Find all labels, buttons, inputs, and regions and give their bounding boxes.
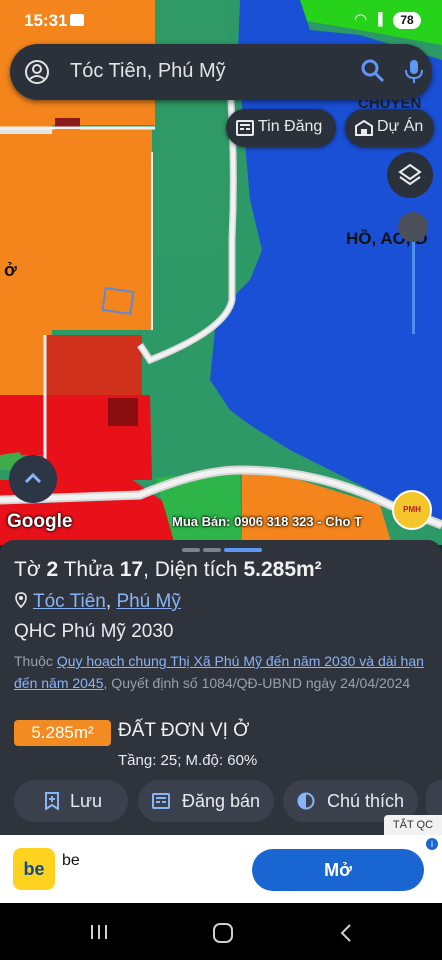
map-zone-orange <box>52 152 152 330</box>
account-icon[interactable] <box>24 59 50 85</box>
plan-name: QHC Phú Mỹ 2030 <box>14 621 174 642</box>
google-attribution: Google <box>7 511 73 532</box>
location-ward-link[interactable]: Tóc Tiên <box>33 591 106 612</box>
save-button-label: Lưu <box>70 791 103 811</box>
home-icon[interactable] <box>212 923 234 943</box>
map-zone-red <box>0 395 45 455</box>
opacity-slider-track[interactable] <box>412 228 415 334</box>
sheet-number: 2 <box>46 558 59 581</box>
map-label-o: ở <box>4 260 17 280</box>
status-bar: 15:31 ◠ ▐ 78 <box>0 0 442 40</box>
newspaper-icon <box>236 120 254 136</box>
wifi-icon: ◠ <box>354 11 368 28</box>
location-city-link[interactable]: Phú Mỹ <box>116 591 180 612</box>
project-chip[interactable]: Dự Án <box>345 109 434 147</box>
post-sale-button-label: Đăng bán <box>182 791 261 811</box>
building-icon <box>355 120 373 136</box>
close-ad-button[interactable]: TẮT QC <box>384 815 442 835</box>
status-time: 15:31 <box>24 11 68 30</box>
map-zone-red <box>45 335 142 395</box>
floors-density: Tầng: 25; M.độ: 60% <box>118 752 258 769</box>
parcel-area: 5.285m² <box>243 558 322 581</box>
ad-banner[interactable]: be be Mở i <box>0 835 442 903</box>
listing-chip[interactable]: Tin Đăng <box>226 109 336 147</box>
sheet-handle[interactable] <box>182 548 200 552</box>
zone-name: ĐẤT ĐƠN VỊ Ở <box>118 720 250 741</box>
map-zone-darkred <box>108 398 138 426</box>
back-icon[interactable] <box>338 923 354 943</box>
legend-button-label: Chú thích <box>327 791 405 811</box>
save-button[interactable]: Lưu <box>14 780 128 822</box>
project-chip-label: Dự Án <box>377 118 424 135</box>
search-input[interactable]: Tóc Tiên, Phú Mỹ <box>70 60 226 83</box>
zone-area-badge: 5.285m² <box>14 720 111 746</box>
chevron-up-icon <box>24 472 42 484</box>
post-sale-button[interactable]: Đăng bán <box>138 780 274 822</box>
recent-apps-icon[interactable] <box>89 923 109 941</box>
parcel-location: Tóc Tiên, Phú Mỹ <box>14 591 181 613</box>
map-watermark: Mua Bán: 0906 318 323 - Cho T <box>172 514 363 529</box>
parcel-title: Tờ 2 Thửa 17, Diện tích 5.285m² <box>14 558 322 581</box>
battery-indicator: 78 <box>393 12 421 29</box>
search-icon[interactable] <box>360 58 386 84</box>
layers-button[interactable] <box>387 152 433 198</box>
ad-open-button[interactable]: Mở <box>252 849 424 891</box>
sheet-handle[interactable] <box>203 548 221 552</box>
expand-button[interactable] <box>9 455 57 503</box>
pmh-logo: PMH <box>392 490 432 530</box>
search-bar[interactable]: Tóc Tiên, Phú Mỹ <box>10 44 432 100</box>
be-app-logo: be <box>13 848 55 890</box>
plan-note: Thuộc Quy hoạch chung Thị Xã Phú Mỹ đến … <box>14 653 424 691</box>
opacity-slider-handle[interactable] <box>398 212 428 242</box>
listing-chip-label: Tin Đăng <box>258 118 323 135</box>
system-nav-bar <box>0 903 442 960</box>
zalo-notification-icon <box>70 14 84 26</box>
signal-icon: ▐ <box>374 12 383 26</box>
ad-info-icon[interactable]: i <box>426 838 438 850</box>
layers-icon <box>398 163 422 186</box>
location-pin-icon <box>15 592 27 609</box>
contrast-icon <box>297 792 315 810</box>
sheet-handle-active[interactable] <box>224 548 262 552</box>
plot-number: 17 <box>119 558 144 581</box>
newspaper-icon <box>152 793 170 809</box>
ad-app-name: be <box>62 852 80 869</box>
microphone-icon[interactable] <box>402 58 426 84</box>
bookmark-plus-icon <box>45 792 59 810</box>
